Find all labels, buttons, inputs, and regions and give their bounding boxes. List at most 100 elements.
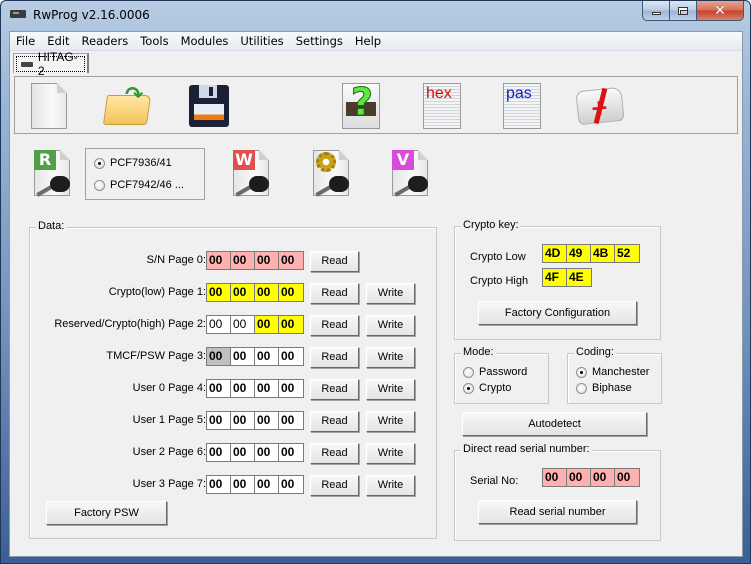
- title-bar[interactable]: RwProg v2.16.0006 ✕: [1, 1, 750, 31]
- radio-unchecked-icon[interactable]: [94, 179, 105, 191]
- hex-byte-cell[interactable]: 00: [279, 348, 303, 365]
- hex-byte-cell[interactable]: 00: [207, 284, 231, 301]
- hex-byte-cell[interactable]: 00: [207, 444, 231, 461]
- read-page-button[interactable]: Read: [310, 443, 359, 464]
- menu-modules[interactable]: Modules: [175, 32, 235, 51]
- hex-byte-cell[interactable]: 00: [231, 476, 255, 493]
- minimize-button[interactable]: [642, 1, 670, 21]
- verify-key-button[interactable]: V: [390, 150, 430, 198]
- read-page-button[interactable]: Read: [310, 347, 359, 368]
- hex-byte-cell[interactable]: 52: [615, 245, 639, 262]
- first-aid-button[interactable]: +: [575, 83, 625, 129]
- hex-byte-cell[interactable]: 00: [255, 380, 279, 397]
- page-data-field[interactable]: 00 00 00 00: [206, 251, 304, 270]
- write-page-button[interactable]: Write: [366, 475, 415, 496]
- hex-byte-cell[interactable]: 00: [231, 380, 255, 397]
- hex-byte-cell[interactable]: 00: [543, 469, 567, 486]
- radio-unchecked-icon[interactable]: [576, 382, 587, 394]
- configure-key-button[interactable]: [311, 150, 351, 198]
- write-page-button[interactable]: Write: [366, 379, 415, 400]
- hex-byte-cell[interactable]: 00: [255, 412, 279, 429]
- factory-configuration-button[interactable]: Factory Configuration: [478, 301, 637, 325]
- hex-byte-cell[interactable]: 00: [279, 380, 303, 397]
- hex-byte-cell[interactable]: 00: [255, 252, 279, 269]
- write-page-button[interactable]: Write: [366, 443, 415, 464]
- hex-byte-cell[interactable]: 00: [255, 476, 279, 493]
- menu-readers[interactable]: Readers: [76, 32, 135, 51]
- save-file-button[interactable]: [185, 83, 229, 129]
- hex-byte-cell[interactable]: 00: [255, 348, 279, 365]
- pas-view-button[interactable]: pas: [499, 83, 543, 129]
- hex-byte-cell[interactable]: 49: [567, 245, 591, 262]
- hex-byte-cell[interactable]: 00: [231, 316, 255, 333]
- read-page-button[interactable]: Read: [310, 283, 359, 304]
- mode-password-option[interactable]: Password: [463, 366, 527, 378]
- hex-byte-cell[interactable]: 00: [279, 476, 303, 493]
- hex-byte-cell[interactable]: 00: [207, 252, 231, 269]
- mode-crypto-option[interactable]: Crypto: [463, 382, 511, 394]
- menu-tools[interactable]: Tools: [134, 32, 174, 51]
- hex-byte-cell[interactable]: 00: [231, 348, 255, 365]
- menu-edit[interactable]: Edit: [41, 32, 75, 51]
- hex-byte-cell[interactable]: 00: [231, 252, 255, 269]
- maximize-button[interactable]: [670, 1, 697, 21]
- crypto-high-field[interactable]: 4F 4E: [542, 268, 592, 287]
- hex-byte-cell[interactable]: 00: [279, 316, 303, 333]
- crypto-low-field[interactable]: 4D 49 4B 52: [542, 244, 640, 263]
- hex-byte-cell[interactable]: 00: [255, 284, 279, 301]
- serial-no-field[interactable]: 00 00 00 00: [542, 468, 640, 487]
- read-page-button[interactable]: Read: [310, 379, 359, 400]
- hex-byte-cell[interactable]: 00: [279, 252, 303, 269]
- menu-file[interactable]: File: [10, 32, 41, 51]
- new-file-button[interactable]: [25, 83, 69, 129]
- hex-byte-cell[interactable]: 00: [279, 412, 303, 429]
- page-data-field[interactable]: 00 00 00 00: [206, 315, 304, 334]
- read-page-button[interactable]: Read: [310, 315, 359, 336]
- read-page-button[interactable]: Read: [310, 411, 359, 432]
- page-data-field[interactable]: 00 00 00 00: [206, 379, 304, 398]
- menu-help[interactable]: Help: [349, 32, 387, 51]
- read-key-button[interactable]: R: [32, 150, 72, 198]
- hex-byte-cell[interactable]: 00: [231, 412, 255, 429]
- autodetect-button[interactable]: Autodetect: [462, 412, 647, 436]
- hex-byte-cell[interactable]: 4F: [543, 269, 567, 286]
- page-data-field[interactable]: 00 00 00 00: [206, 283, 304, 302]
- read-page-button[interactable]: Read: [310, 251, 359, 272]
- close-button[interactable]: ✕: [697, 1, 744, 21]
- radio-unchecked-icon[interactable]: [463, 366, 474, 378]
- write-page-button[interactable]: Write: [366, 283, 415, 304]
- open-file-button[interactable]: ↷: [102, 83, 152, 129]
- menu-settings[interactable]: Settings: [290, 32, 349, 51]
- read-page-button[interactable]: Read: [310, 475, 359, 496]
- hex-byte-cell[interactable]: 00: [279, 444, 303, 461]
- coding-biphase-option[interactable]: Biphase: [576, 382, 632, 394]
- tab-hitag2[interactable]: HITAG-2: [13, 50, 89, 78]
- hex-view-button[interactable]: hex: [419, 83, 463, 129]
- hex-byte-cell[interactable]: 4E: [567, 269, 591, 286]
- write-key-button[interactable]: W: [231, 150, 271, 198]
- help-button[interactable]: ?: [338, 80, 382, 129]
- page-data-field[interactable]: 00 00 00 00: [206, 475, 304, 494]
- hex-byte-cell[interactable]: 00: [207, 476, 231, 493]
- hex-byte-cell[interactable]: 00: [231, 284, 255, 301]
- chip-option-pcf7936[interactable]: PCF7936/41: [94, 157, 172, 169]
- hex-byte-cell[interactable]: 00: [255, 316, 279, 333]
- hex-byte-cell[interactable]: 00: [591, 469, 615, 486]
- factory-psw-button[interactable]: Factory PSW: [46, 501, 167, 525]
- read-serial-number-button[interactable]: Read serial number: [478, 500, 637, 524]
- hex-byte-cell[interactable]: 00: [207, 412, 231, 429]
- write-page-button[interactable]: Write: [366, 411, 415, 432]
- page-data-field[interactable]: 00 00 00 00: [206, 347, 304, 366]
- hex-byte-cell[interactable]: 00: [279, 284, 303, 301]
- hex-byte-cell[interactable]: 00: [231, 444, 255, 461]
- hex-byte-cell[interactable]: 00: [255, 444, 279, 461]
- coding-manchester-option[interactable]: Manchester: [576, 366, 649, 378]
- hex-byte-cell[interactable]: 4B: [591, 245, 615, 262]
- write-page-button[interactable]: Write: [366, 347, 415, 368]
- page-data-field[interactable]: 00 00 00 00: [206, 443, 304, 462]
- hex-byte-cell[interactable]: 00: [567, 469, 591, 486]
- hex-byte-cell[interactable]: 00: [207, 348, 231, 365]
- hex-byte-cell[interactable]: 00: [615, 469, 639, 486]
- hex-byte-cell[interactable]: 00: [207, 316, 231, 333]
- chip-option-pcf7942[interactable]: PCF7942/46 ...: [94, 179, 184, 191]
